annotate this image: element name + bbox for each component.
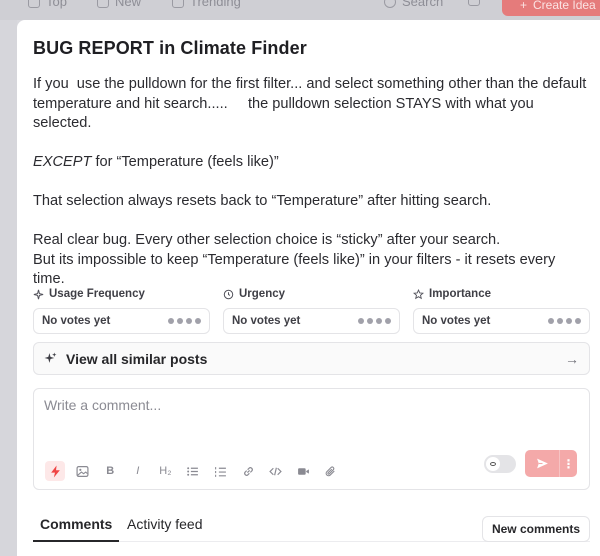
vote-label-row: Importance (413, 286, 590, 302)
view-similar-posts-button[interactable]: View all similar posts → (33, 342, 590, 375)
post-body: If you use the pulldown for the first fi… (33, 75, 588, 290)
post-paragraph: EXCEPT for “Temperature (feels like)” (33, 153, 588, 173)
vote-importance: Importance No votes yet (413, 286, 590, 334)
post-paragraph: Real clear bug. Every other selection ch… (33, 232, 556, 287)
view-similar-posts-label: View all similar posts (66, 350, 208, 367)
tab-activity-feed[interactable]: Activity feed (127, 516, 202, 532)
filter-icon (468, 0, 480, 6)
arrow-icon (28, 0, 40, 8)
background-search: Search (384, 0, 443, 9)
background-create-label: Create Idea (533, 0, 596, 12)
comment-input[interactable] (44, 397, 544, 427)
background-tab-label: Trending (190, 0, 241, 9)
attachment-icon[interactable] (321, 461, 341, 481)
clock-icon (223, 289, 234, 299)
background-filter (468, 0, 480, 6)
vote-dots (358, 318, 391, 324)
send-icon (536, 458, 548, 469)
vote-label-row: Urgency (223, 286, 400, 302)
comment-toolbar: B I H₂ (45, 461, 349, 481)
background-tab-label: Top (46, 0, 67, 9)
tab-comments[interactable]: Comments (33, 516, 120, 542)
link-icon[interactable] (238, 461, 258, 481)
background-tab-new: New (97, 0, 141, 9)
vote-label: Importance (429, 288, 491, 300)
lightning-icon[interactable] (45, 461, 65, 481)
trending-icon (172, 0, 184, 8)
post-title: BUG REPORT in Climate Finder (33, 38, 307, 58)
vote-usage-frequency: Usage Frequency No votes yet (33, 286, 210, 334)
preview-toggle[interactable] (484, 455, 516, 473)
sparkle-icon (44, 352, 57, 363)
vote-label-row: Usage Frequency (33, 286, 210, 302)
vote-value: No votes yet (42, 315, 111, 327)
image-icon[interactable] (73, 461, 93, 481)
vote-label: Usage Frequency (49, 288, 145, 300)
vote-section: Usage Frequency No votes yet Urgency No … (33, 286, 590, 334)
plus-icon: + (520, 0, 528, 12)
bold-icon[interactable]: B (100, 461, 120, 481)
vote-selector[interactable]: No votes yet (33, 308, 210, 334)
background-topbar: Top New Trending Search + Create Idea (0, 0, 600, 20)
vote-urgency: Urgency No votes yet (223, 286, 400, 334)
post-modal: BUG REPORT in Climate Finder If you use … (17, 20, 600, 556)
background-create-button: + Create Idea (502, 0, 600, 16)
new-comments-button[interactable]: New comments (481, 516, 590, 542)
star-icon (413, 288, 424, 299)
arrow-right-icon: → (565, 350, 579, 367)
post-paragraph: That selection always resets back to “Te… (33, 193, 492, 209)
vote-label: Urgency (239, 288, 286, 300)
code-icon[interactable] (266, 461, 286, 481)
eye-icon (486, 457, 500, 471)
vote-value: No votes yet (232, 315, 301, 327)
numbered-list-icon[interactable] (211, 461, 231, 481)
vote-selector[interactable]: No votes yet (413, 308, 590, 334)
background-tab-top: Top (28, 0, 67, 9)
bullet-list-icon[interactable] (183, 461, 203, 481)
sparkle-icon (97, 0, 109, 8)
heading-icon[interactable]: H₂ (155, 461, 175, 481)
background-tab-trending: Trending (172, 0, 241, 9)
background-sidebar (0, 20, 17, 556)
background-search-label: Search (402, 0, 444, 9)
vote-selector[interactable]: No votes yet (223, 308, 400, 334)
vote-value: No votes yet (422, 315, 491, 327)
send-button-group: ⋮ (525, 450, 577, 477)
send-button[interactable] (525, 457, 559, 470)
comment-tabs: Comments Activity feed New comments (33, 508, 590, 542)
post-emphasis: EXCEPT (33, 154, 92, 170)
background-tab-label: New (115, 0, 142, 9)
italic-icon[interactable]: I (128, 461, 148, 481)
post-paragraph: If you use the pulldown for the first fi… (33, 76, 591, 131)
video-icon[interactable] (293, 461, 313, 481)
vote-dots (548, 318, 581, 324)
vote-dots (168, 318, 201, 324)
search-icon (384, 0, 396, 8)
post-paragraph-suffix: for “Temperature (feels like)” (91, 154, 279, 170)
more-options-icon[interactable]: ⋮ (560, 458, 577, 470)
comment-editor: B I H₂ (33, 388, 590, 490)
sparkle-icon (33, 289, 44, 299)
